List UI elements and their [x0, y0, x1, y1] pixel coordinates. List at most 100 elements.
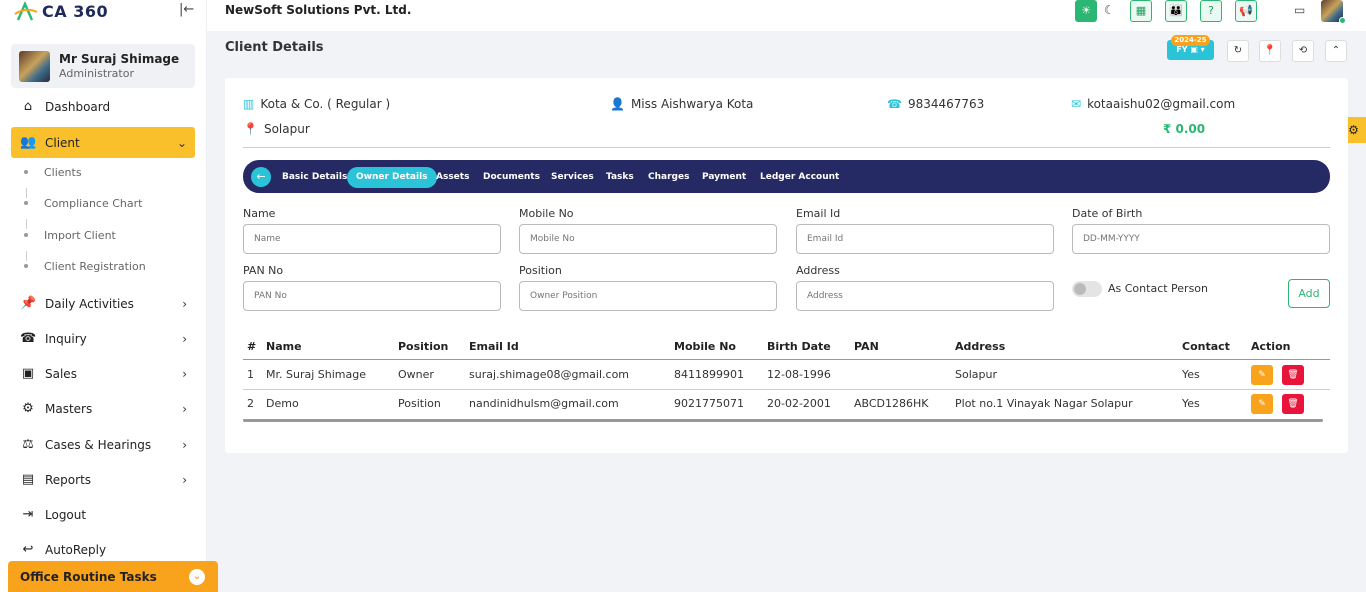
- office-routine-label: Office Routine Tasks: [20, 569, 157, 584]
- owner-name-input[interactable]: [243, 224, 501, 254]
- sidebar-item-cases-hearings[interactable]: ⚖ Cases & Hearings ›: [11, 429, 195, 460]
- submenu-line: [25, 188, 27, 198]
- user-profile[interactable]: Mr Suraj Shimage Administrator: [11, 44, 195, 88]
- collapse-sidebar-icon[interactable]: |←: [179, 2, 194, 17]
- pan-input[interactable]: [243, 281, 501, 311]
- cell-birth-date: 12-08-1996: [767, 368, 831, 381]
- help-icon[interactable]: ?: [1200, 0, 1222, 22]
- col-header-pan: PAN: [854, 340, 879, 353]
- client-contact: 👤 Miss Aishwarya Kota: [610, 97, 753, 111]
- col-header-contact: Contact: [1182, 340, 1230, 353]
- position-input[interactable]: [519, 281, 777, 311]
- light-mode-icon[interactable]: ☀: [1075, 0, 1097, 22]
- office-routine-tasks-bar[interactable]: Office Routine Tasks ⌄: [8, 561, 218, 592]
- user-icon: 👤: [610, 97, 625, 111]
- logout-icon: ⇥: [22, 507, 34, 522]
- pin-icon[interactable]: 📍: [1259, 40, 1281, 62]
- sidebar-item-daily-activities[interactable]: 📌 Daily Activities ›: [11, 288, 195, 319]
- client-contact-text: Miss Aishwarya Kota: [630, 97, 754, 111]
- trash-icon[interactable]: 🗑: [1282, 365, 1304, 385]
- tab-owner-details[interactable]: Owner Details: [347, 167, 437, 188]
- tab-services[interactable]: Services: [542, 167, 603, 188]
- tab-documents[interactable]: Documents: [474, 167, 549, 188]
- tab-tasks[interactable]: Tasks: [597, 167, 643, 188]
- sync-icon[interactable]: ⟲: [1292, 40, 1314, 62]
- logo-text: CA 360: [42, 1, 109, 21]
- sidebar-item-label: AutoReply: [45, 542, 107, 557]
- sidebar-item-masters[interactable]: ⚙ Masters ›: [11, 393, 195, 424]
- home-icon: ⌂: [23, 99, 33, 114]
- sidebar-item-inquiry[interactable]: ☎ Inquiry ›: [11, 323, 195, 354]
- name-label: Name: [243, 207, 276, 220]
- tab-payment[interactable]: Payment: [693, 167, 755, 188]
- position-label: Position: [519, 264, 562, 277]
- reply-all-icon: ↩: [22, 542, 34, 557]
- phone-icon: ☎: [20, 331, 37, 346]
- sidebar-item-label: Inquiry: [45, 331, 87, 346]
- submenu-client-registration[interactable]: Client Registration: [44, 260, 146, 273]
- sidebar-item-logout[interactable]: ⇥ Logout: [11, 499, 195, 530]
- back-arrow-icon[interactable]: ←: [251, 167, 271, 187]
- cell-contact: Yes: [1182, 397, 1200, 410]
- sidebar-item-dashboard[interactable]: ⌂ Dashboard: [11, 91, 195, 122]
- client-firm: ▥ Kota & Co. ( Regular ): [243, 97, 390, 111]
- chevron-right-icon: ›: [182, 366, 187, 381]
- tab-ledger-account[interactable]: Ledger Account: [751, 167, 848, 188]
- contact-person-label: As Contact Person: [1108, 282, 1209, 295]
- app-logo[interactable]: CA 360: [14, 0, 108, 22]
- chevron-right-icon: ›: [182, 331, 187, 346]
- col-header-email: Email Id: [469, 340, 519, 353]
- submenu-clients[interactable]: Clients: [44, 166, 82, 179]
- cell-mobile: 9021775071: [674, 397, 744, 410]
- edit-icon[interactable]: ✎: [1251, 365, 1273, 385]
- refresh-icon[interactable]: ↻: [1227, 40, 1249, 62]
- client-phone-text: 9834467763: [907, 97, 985, 111]
- location-icon: 📍: [243, 122, 258, 136]
- cell-mobile: 8411899901: [674, 368, 744, 381]
- apps-grid-icon[interactable]: ▦: [1130, 0, 1152, 22]
- submenu-compliance-chart[interactable]: Compliance Chart: [44, 197, 142, 210]
- submenu-dot: [24, 233, 28, 237]
- building-icon: ▥: [243, 97, 255, 111]
- chevron-down-icon[interactable]: ⌄: [189, 569, 205, 585]
- tab-charges[interactable]: Charges: [639, 167, 698, 188]
- collapse-up-icon[interactable]: ⌃: [1325, 40, 1347, 62]
- megaphone-icon[interactable]: 📢: [1235, 0, 1257, 22]
- email-input[interactable]: [796, 224, 1054, 254]
- chevron-right-icon: ›: [182, 437, 187, 452]
- money-icon: ▣: [21, 366, 35, 381]
- client-email-text: kotaaishu02@gmail.com: [1087, 97, 1236, 111]
- trash-icon[interactable]: 🗑: [1282, 394, 1304, 414]
- sidebar-item-label: Logout: [45, 507, 87, 522]
- cell-address: Plot no.1 Vinayak Nagar Solapur: [955, 397, 1133, 410]
- tab-basic-details[interactable]: Basic Details: [273, 167, 356, 188]
- cell-email: suraj.shimage08@gmail.com: [469, 368, 630, 381]
- add-owner-button[interactable]: Add: [1288, 279, 1330, 308]
- col-header-index: #: [247, 340, 257, 353]
- tab-assets[interactable]: Assets: [427, 167, 478, 188]
- edit-icon[interactable]: ✎: [1251, 394, 1273, 414]
- dob-input[interactable]: [1072, 224, 1330, 254]
- submenu-dot: [24, 201, 28, 205]
- dark-mode-icon[interactable]: ☾: [1104, 3, 1115, 17]
- sidebar-item-reports[interactable]: ▤ Reports ›: [11, 464, 195, 495]
- chat-icon[interactable]: ▭: [1294, 3, 1305, 17]
- client-tabs: ← Basic Details Owner Details Assets Doc…: [243, 160, 1330, 193]
- submenu-import-client[interactable]: Import Client: [44, 229, 116, 242]
- col-header-address: Address: [955, 340, 1006, 353]
- team-icon[interactable]: 👪: [1165, 0, 1187, 22]
- sidebar-item-sales[interactable]: ▣ Sales ›: [11, 358, 195, 389]
- submenu-line: [25, 251, 27, 261]
- address-input[interactable]: [796, 281, 1054, 311]
- table-horizontal-scrollbar[interactable]: [243, 419, 1323, 422]
- submenu-dot: [24, 170, 28, 174]
- sidebar: CA 360 |← Mr Suraj Shimage Administrator…: [0, 0, 218, 592]
- mobile-input[interactable]: [519, 224, 777, 254]
- pin-icon: 📌: [20, 296, 37, 311]
- envelope-icon: ✉: [1071, 97, 1082, 111]
- chevron-right-icon: ›: [182, 472, 187, 487]
- sidebar-item-client[interactable]: 👥 Client ⌄: [11, 127, 195, 158]
- logo-icon: [14, 1, 38, 21]
- contact-person-toggle[interactable]: [1072, 281, 1102, 297]
- page-title: Client Details: [225, 40, 324, 55]
